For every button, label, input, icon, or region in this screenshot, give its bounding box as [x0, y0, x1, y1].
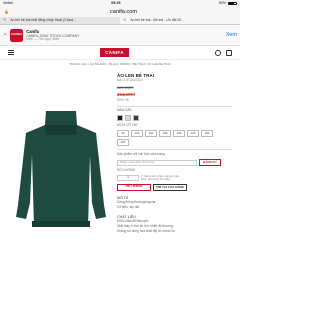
status-right: 50% — [219, 1, 237, 5]
url-bar[interactable]: 🔒 canifa.com — [0, 7, 240, 17]
color-swatch-green[interactable] — [133, 115, 139, 122]
qty-row: 1 (* Giá trị sản phẩm nguyên giá, giảm g… — [117, 173, 232, 181]
user-icon[interactable] — [215, 49, 221, 56]
size-label: KÍCH CỠ 160 — [117, 123, 138, 128]
url-text[interactable]: canifa.com — [11, 9, 236, 16]
quantity-stepper[interactable]: 1 — [117, 174, 139, 181]
color-swatch-black[interactable] — [117, 115, 123, 122]
header-actions — [215, 49, 232, 56]
size-option[interactable]: 140 — [187, 130, 199, 138]
tab-title: Áo len bé trai mặt đăng nhập thoại (Clou… — [10, 18, 76, 23]
color-label: MÀU SẮC — [117, 108, 133, 113]
divider — [117, 149, 232, 150]
find-store-button[interactable]: TÌM TẠI CỬA HÀNG — [153, 183, 187, 191]
clock: 09:25 — [111, 1, 121, 6]
browser-tab-2[interactable]: ✕ Áo len bé trai - Bé trai - Ưu đãi 00..… — [120, 17, 240, 24]
status-bar: Viettel 09:25 50% — [0, 0, 240, 7]
site-header: CANIFA — [0, 46, 240, 60]
qty-note: (* Giá trị sản phẩm nguyên giá, giảm giá… — [141, 173, 180, 181]
size-option[interactable]: 120 — [159, 130, 171, 138]
size-options: 90 100 110 120 130 140 150 160 — [117, 130, 223, 147]
product-image[interactable] — [8, 72, 111, 269]
notify-label: Sản phẩm chỉ còn bán cửa hàng — [117, 151, 165, 156]
notify-row: Nhập email nhận thông báo ĐĂNG KÝ — [117, 158, 232, 167]
size-option[interactable]: 150 — [201, 130, 213, 138]
size-option[interactable]: 90 — [117, 130, 129, 138]
product-info: ÁO LEN BÉ TRAI MÃ: 2TE18A001N 329.000₫ 1… — [111, 72, 232, 269]
size-option[interactable]: 130 — [173, 130, 185, 138]
product-main: ÁO LEN BÉ TRAI MÃ: 2TE18A001N 329.000₫ 1… — [0, 70, 240, 269]
size-option[interactable]: 160 — [117, 139, 129, 147]
app-store-note: Miễn — Trên App Store — [26, 36, 60, 41]
color-swatches — [117, 115, 232, 122]
notify-button[interactable]: ĐĂNG KÝ — [199, 158, 221, 167]
close-tab-icon[interactable]: ✕ — [123, 17, 126, 23]
color-swatch-gray[interactable] — [125, 115, 131, 122]
close-banner-icon[interactable]: ✕ — [3, 32, 7, 38]
app-icon: CANIFA — [10, 28, 24, 42]
site-logo[interactable]: CANIFA — [100, 48, 129, 57]
discount-badge: 50% Off — [117, 98, 129, 103]
menu-icon[interactable] — [8, 50, 14, 55]
qty-label: SỐ LƯỢNG — [117, 168, 136, 173]
material-text: Không sử dụng hóa chất tẩy có chứa Clo — [117, 228, 176, 233]
cart-icon[interactable] — [226, 49, 232, 56]
size-option[interactable]: 110 — [145, 130, 157, 138]
close-tab-icon[interactable]: ✕ — [3, 17, 6, 23]
size-option[interactable]: 100 — [131, 130, 143, 138]
action-buttons: HẾT HÀNG TÌM TẠI CỬA HÀNG — [117, 183, 232, 191]
lock-icon: 🔒 — [4, 8, 9, 14]
app-info: Canifa CANIFA JOINT STOCK COMPANY Miễn —… — [26, 29, 225, 42]
divider — [117, 105, 232, 107]
browser-tab-1[interactable]: ✕ Áo len bé trai mặt đăng nhập thoại (Cl… — [0, 17, 120, 24]
breadcrumb[interactable]: TRANG CHỦ / ÁO BÉ ĐÓN - BLACK FRIDAY / B… — [0, 60, 240, 70]
carrier: Viettel — [3, 1, 13, 6]
original-price: 329.000₫ — [117, 84, 134, 90]
battery-icon — [228, 1, 237, 6]
sale-price: 164.500₫ — [117, 92, 136, 98]
email-input[interactable]: Nhập email nhận thông báo — [117, 159, 197, 166]
battery-percent: 50% — [218, 1, 226, 6]
tab-bar: ✕ Áo len bé trai mặt đăng nhập thoại (Cl… — [0, 17, 240, 25]
description-text: Cổ kiểu, tay dài — [117, 205, 139, 210]
view-app-link[interactable]: Xem — [226, 32, 237, 39]
tab-title: Áo len bé trai - Bé trai - Ưu đãi 00... — [130, 18, 184, 23]
sold-out-button[interactable]: HẾT HÀNG — [117, 183, 151, 191]
product-sku: MÃ: 2TE18A001N — [117, 78, 143, 83]
sweater-image — [16, 110, 106, 227]
app-banner: ✕ CANIFA Canifa CANIFA JOINT STOCK COMPA… — [0, 25, 240, 46]
